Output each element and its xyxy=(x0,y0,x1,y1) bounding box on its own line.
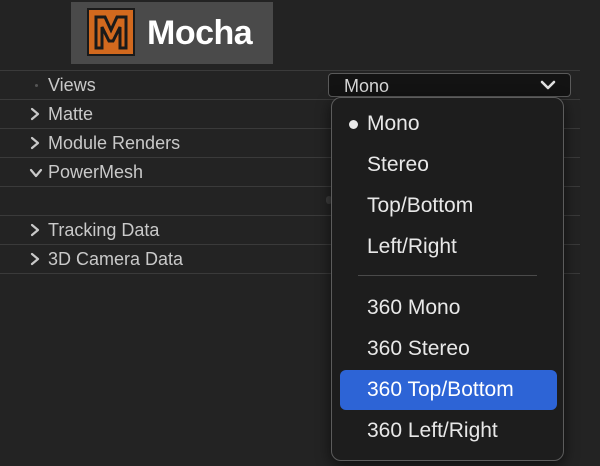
chevron-right-icon[interactable] xyxy=(29,223,41,237)
mocha-logo: Mocha xyxy=(71,2,273,64)
row-label-matte: Matte xyxy=(48,104,94,124)
menu-item-left-right[interactable]: Left/Right xyxy=(340,227,557,267)
menu-item-label: Mono xyxy=(367,112,420,135)
menu-item-360-top-bottom[interactable]: 360 Top/Bottom xyxy=(340,370,557,410)
row-label-tracking-data: Tracking Data xyxy=(48,220,160,240)
menu-item-label: Top/Bottom xyxy=(367,194,474,217)
views-dropdown-menu: Mono Stereo Top/Bottom Left/Right 360 Mo… xyxy=(331,97,564,461)
chevron-right-icon[interactable] xyxy=(29,107,41,121)
chevron-down-icon[interactable] xyxy=(28,166,44,180)
menu-item-label: 360 Top/Bottom xyxy=(367,378,514,401)
menu-item-stereo[interactable]: Stereo xyxy=(340,145,557,185)
chevron-right-icon[interactable] xyxy=(29,136,41,150)
menu-item-label: 360 Mono xyxy=(367,296,461,319)
menu-item-360-mono[interactable]: 360 Mono xyxy=(340,288,557,328)
menu-item-label: Stereo xyxy=(367,153,429,176)
row-label-powermesh: PowerMesh xyxy=(48,162,144,182)
menu-item-label: 360 Left/Right xyxy=(367,419,498,442)
views-select[interactable]: Mono xyxy=(328,73,571,97)
menu-item-label: 360 Stereo xyxy=(367,337,470,360)
row-label-module-renders: Module Renders xyxy=(48,133,181,153)
selected-dot-icon xyxy=(349,120,358,129)
chevron-down-icon xyxy=(540,80,556,90)
menu-item-mono[interactable]: Mono xyxy=(340,104,557,144)
mocha-m-icon xyxy=(87,8,135,56)
chevron-right-icon[interactable] xyxy=(29,252,41,266)
views-select-value: Mono xyxy=(344,76,390,96)
bullet-icon xyxy=(35,84,38,87)
menu-item-label: Left/Right xyxy=(367,235,457,258)
logo-text: Mocha xyxy=(147,14,253,52)
menu-item-360-stereo[interactable]: 360 Stereo xyxy=(340,329,557,369)
menu-separator xyxy=(358,275,537,276)
row-label-3d-camera-data: 3D Camera Data xyxy=(48,249,184,269)
menu-item-360-left-right[interactable]: 360 Left/Right xyxy=(340,411,557,451)
row-label-views: Views xyxy=(48,75,96,95)
menu-item-top-bottom[interactable]: Top/Bottom xyxy=(340,186,557,226)
